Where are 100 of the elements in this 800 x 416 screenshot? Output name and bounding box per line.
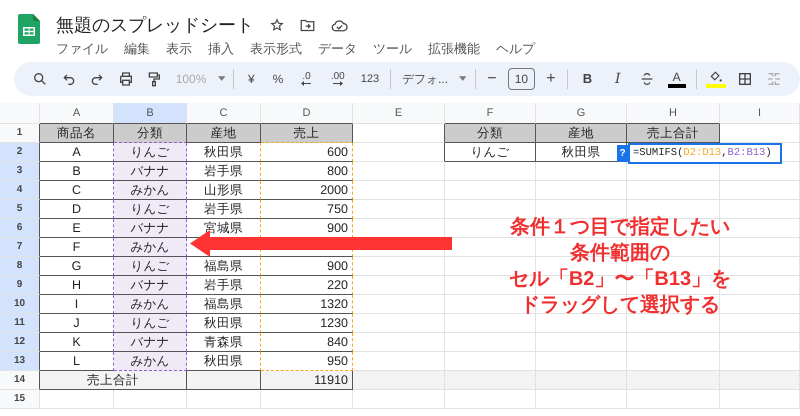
decrease-decimal-button[interactable]: .0 <box>295 67 318 91</box>
menu-item[interactable]: ファイル <box>56 40 108 58</box>
annotation-text: セル「B2」〜「B13」を <box>508 267 732 292</box>
table-cell: 2000 <box>261 181 353 200</box>
table-cell: 840 <box>261 333 353 352</box>
column-header[interactable]: A <box>40 103 114 124</box>
increase-decimal-button[interactable]: .00 <box>326 67 350 91</box>
header-cell: 分類 <box>114 124 187 143</box>
currency-button[interactable]: ¥ <box>242 67 261 91</box>
search-icon[interactable] <box>32 71 48 87</box>
row-number[interactable]: 1 <box>0 124 40 143</box>
table-cell: 800 <box>261 162 353 181</box>
annotation-text: 条件１つ目で指定したい <box>508 214 731 240</box>
row-number[interactable]: 12 <box>0 333 40 352</box>
table-cell: 11910 <box>261 371 353 390</box>
table-cell: バナナ <box>114 333 187 352</box>
strikethrough-icon[interactable] <box>639 71 656 87</box>
row-number[interactable]: 8 <box>0 257 40 276</box>
row-number[interactable]: 11 <box>0 314 40 333</box>
font-size-field[interactable]: 10 <box>508 68 535 90</box>
row-number[interactable]: 10 <box>0 295 40 314</box>
menu-item[interactable]: ツール <box>373 40 412 58</box>
percent-button[interactable]: % <box>268 67 288 91</box>
menu-item[interactable]: データ <box>318 40 357 58</box>
menu-item[interactable]: ヘルプ <box>496 40 535 58</box>
column-header[interactable]: D <box>261 103 353 124</box>
menu-item[interactable]: 編集 <box>124 40 150 58</box>
table-cell: 福島県 <box>187 257 261 276</box>
table-cell: みかん <box>114 181 187 200</box>
paint-format-icon[interactable] <box>146 71 162 87</box>
table-cell: 売上合計 <box>40 371 187 390</box>
table-cell: りんご <box>445 143 536 162</box>
text-color-button[interactable]: A <box>665 67 688 91</box>
table-cell: みかん <box>114 238 187 257</box>
table-cell: 岩手県 <box>187 200 261 219</box>
merge-cells-icon[interactable] <box>766 71 782 87</box>
menu-item[interactable]: 表示 <box>166 40 192 58</box>
table-cell: 900 <box>261 257 353 276</box>
formula-editor[interactable]: =SUMIFS(D2:D13,B2:B13) <box>628 143 782 164</box>
row-number[interactable]: 3 <box>0 162 40 181</box>
table-cell: 600 <box>261 143 353 162</box>
cloud-icon[interactable] <box>331 18 348 32</box>
table-cell: 福島県 <box>187 295 261 314</box>
header-cell: 商品名 <box>40 124 114 143</box>
paint-bucket-icon[interactable] <box>708 70 723 84</box>
column-header[interactable]: H <box>627 103 720 124</box>
caret-icon[interactable] <box>459 76 467 82</box>
table-cell: バナナ <box>114 219 187 238</box>
row-number[interactable]: 15 <box>0 390 40 409</box>
table-cell: 青森県 <box>187 333 261 352</box>
column-header[interactable]: C <box>187 103 261 124</box>
table-cell: りんご <box>114 257 187 276</box>
star-icon[interactable] <box>270 18 284 32</box>
row-number[interactable]: 13 <box>0 352 40 371</box>
header-cell: 産地 <box>187 124 261 143</box>
table-cell: 750 <box>261 200 353 219</box>
caret-icon[interactable] <box>218 76 226 82</box>
table-cell: りんご <box>114 314 187 333</box>
column-header[interactable]: E <box>353 103 445 124</box>
sheets-logo-icon[interactable] <box>18 14 40 44</box>
row-number[interactable]: 9 <box>0 276 40 295</box>
number-format-button[interactable]: 123 <box>358 67 382 91</box>
decrease-font-size-button[interactable]: − <box>484 67 500 91</box>
column-header[interactable]: I <box>720 103 800 124</box>
table-cell: みかん <box>114 295 187 314</box>
row-number[interactable]: 5 <box>0 200 40 219</box>
document-title[interactable]: 無題のスプレッドシート <box>56 14 254 36</box>
table-cell: 220 <box>261 276 353 295</box>
table-cell: りんご <box>114 143 187 162</box>
row-number[interactable]: 4 <box>0 181 40 200</box>
menu-item[interactable]: 拡張機能 <box>428 40 480 58</box>
increase-font-size-button[interactable]: + <box>542 67 560 91</box>
bold-button[interactable]: B <box>576 67 599 91</box>
menu-item[interactable]: 挿入 <box>208 40 234 58</box>
row-number[interactable]: 14 <box>0 371 40 390</box>
table-cell: 岩手県 <box>187 276 261 295</box>
annotation-text: ドラッグして選択する <box>519 293 721 318</box>
menu-item[interactable]: 表示形式 <box>250 40 302 58</box>
left-arrow-icon[interactable] <box>301 81 312 86</box>
row-number[interactable]: 7 <box>0 238 40 257</box>
header-cell: 売上合計 <box>627 124 720 143</box>
row-number[interactable]: 2 <box>0 143 40 162</box>
column-header[interactable]: B <box>114 103 187 124</box>
column-header[interactable]: G <box>536 103 627 124</box>
font-dropdown[interactable]: デフォ... <box>399 67 452 91</box>
italic-button[interactable]: I <box>606 67 629 91</box>
annotation-text: 条件範囲の <box>568 241 671 266</box>
header-cell: 分類 <box>445 124 536 143</box>
print-icon[interactable] <box>118 71 134 87</box>
right-arrow-icon[interactable] <box>332 81 343 86</box>
header-cell: 産地 <box>536 124 627 143</box>
header-cell: 売上 <box>261 124 353 143</box>
table-cell: みかん <box>114 352 187 371</box>
row-number[interactable]: 6 <box>0 219 40 238</box>
borders-icon[interactable] <box>737 71 754 87</box>
column-header[interactable]: F <box>445 103 536 124</box>
help-badge[interactable]: ? <box>617 145 628 162</box>
folder-icon[interactable] <box>300 18 315 32</box>
table-cell: バナナ <box>114 162 187 181</box>
table-cell: 秋田県 <box>187 143 261 162</box>
